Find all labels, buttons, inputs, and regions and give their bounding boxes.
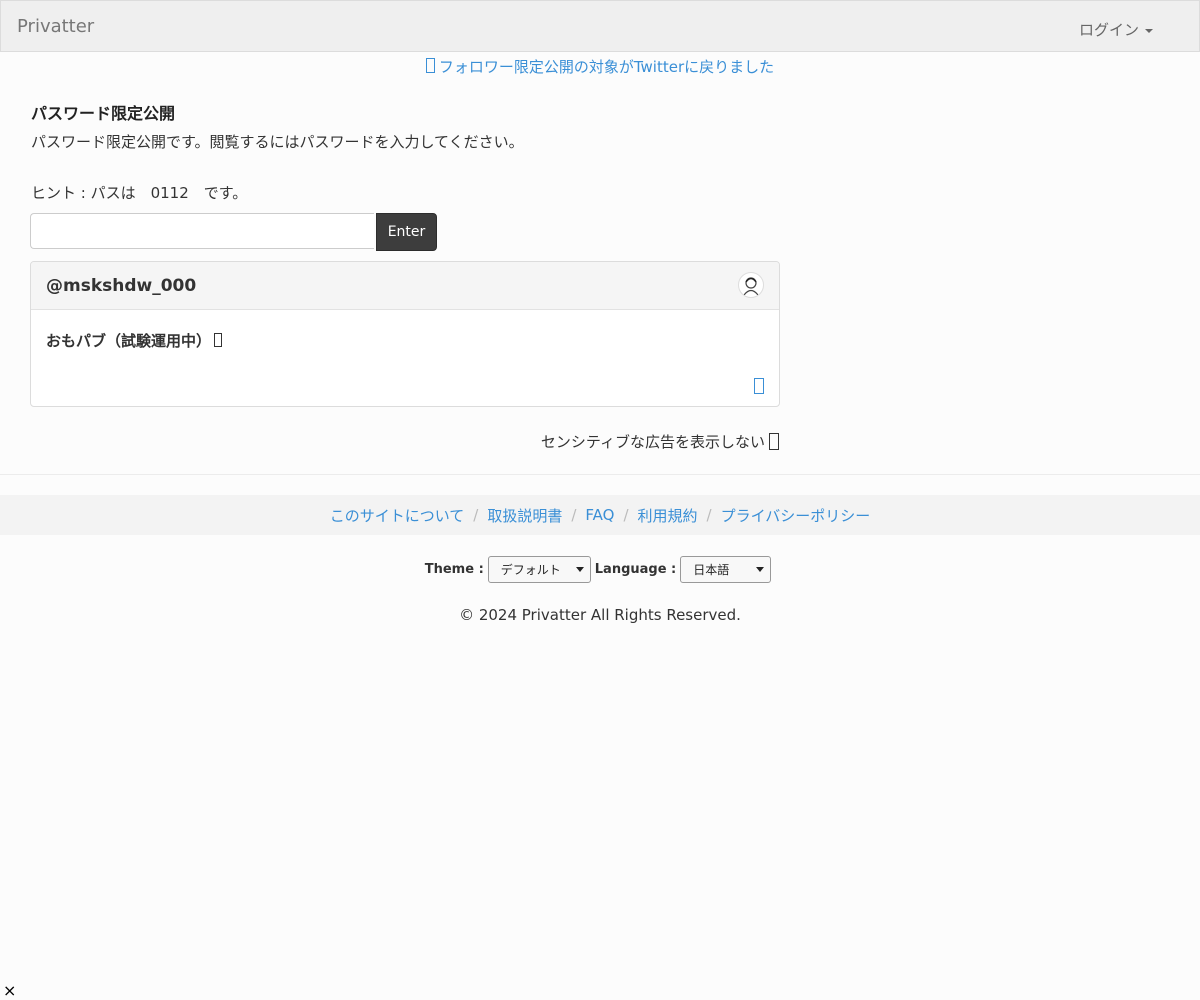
external-link-icon[interactable] [754, 378, 764, 394]
footer-link-privacy[interactable]: プライバシーポリシー [721, 505, 871, 526]
info-icon [425, 58, 435, 73]
card-body-text: おもパブ（試験運用中） [46, 332, 212, 350]
password-hint: ヒント : パスは 0112 です。 [31, 184, 248, 202]
sensitive-ads-label: センシティブな広告を表示しない [540, 433, 765, 451]
footer-separator: / [571, 506, 577, 524]
theme-label: Theme : [424, 562, 484, 577]
caret-down-icon [1145, 28, 1153, 33]
divider [0, 474, 1200, 475]
avatar[interactable] [738, 272, 764, 298]
footer-link-manual[interactable]: 取扱説明書 [487, 505, 562, 526]
language-select[interactable]: 日本語 [680, 556, 772, 583]
language-label: Language : [594, 562, 677, 577]
author-card: @mskshdw_000 おもパブ（試験運用中） [30, 261, 780, 407]
footer-separator: / [473, 506, 479, 524]
chevron-down-icon [756, 567, 765, 572]
footer-settings: Theme : デフォルト Language : 日本語 [0, 556, 1200, 583]
page-title: パスワード限定公開 [31, 104, 176, 123]
footer-link-faq[interactable]: FAQ [585, 506, 614, 524]
footer-link-about[interactable]: このサイトについて [330, 505, 465, 526]
footer-separator: / [623, 506, 629, 524]
announcement-link[interactable]: フォロワー限定公開の対象がTwitterに戻りました [425, 58, 775, 76]
login-label: ログイン [1078, 21, 1139, 39]
chevron-down-icon [575, 567, 584, 572]
page-description: パスワード限定公開です。閲覧するにはパスワードを入力してください。 [31, 133, 524, 151]
copyright: © 2024 Privatter All Rights Reserved. [459, 606, 741, 624]
checkbox-icon[interactable] [769, 433, 779, 450]
card-body: おもパブ（試験運用中） [46, 330, 226, 351]
sensitive-ads-toggle[interactable]: センシティブな広告を表示しない [541, 431, 779, 452]
footer-links: このサイトについて / 取扱説明書 / FAQ / 利用規約 / プライバシーポ… [0, 495, 1200, 535]
footer-separator: / [706, 506, 712, 524]
brand-logo[interactable]: Privatter [17, 16, 94, 37]
close-icon[interactable]: × [3, 981, 16, 1000]
avatar-image [743, 277, 759, 296]
announcement: フォロワー限定公開の対象がTwitterに戻りました [0, 56, 1200, 77]
card-header: @mskshdw_000 [31, 262, 779, 310]
password-input[interactable] [30, 213, 374, 249]
theme-select[interactable]: デフォルト [487, 556, 591, 583]
announcement-text: フォロワー限定公開の対象がTwitterに戻りました [438, 58, 775, 76]
emoji-icon [214, 333, 223, 347]
footer-link-terms[interactable]: 利用規約 [638, 505, 698, 526]
author-username[interactable]: @mskshdw_000 [46, 276, 196, 296]
language-value: 日本語 [693, 563, 730, 577]
enter-button[interactable]: Enter [376, 213, 437, 251]
theme-value: デフォルト [500, 563, 561, 577]
top-navbar: Privatter ログイン [0, 0, 1200, 52]
login-dropdown[interactable]: ログイン [1079, 19, 1153, 40]
